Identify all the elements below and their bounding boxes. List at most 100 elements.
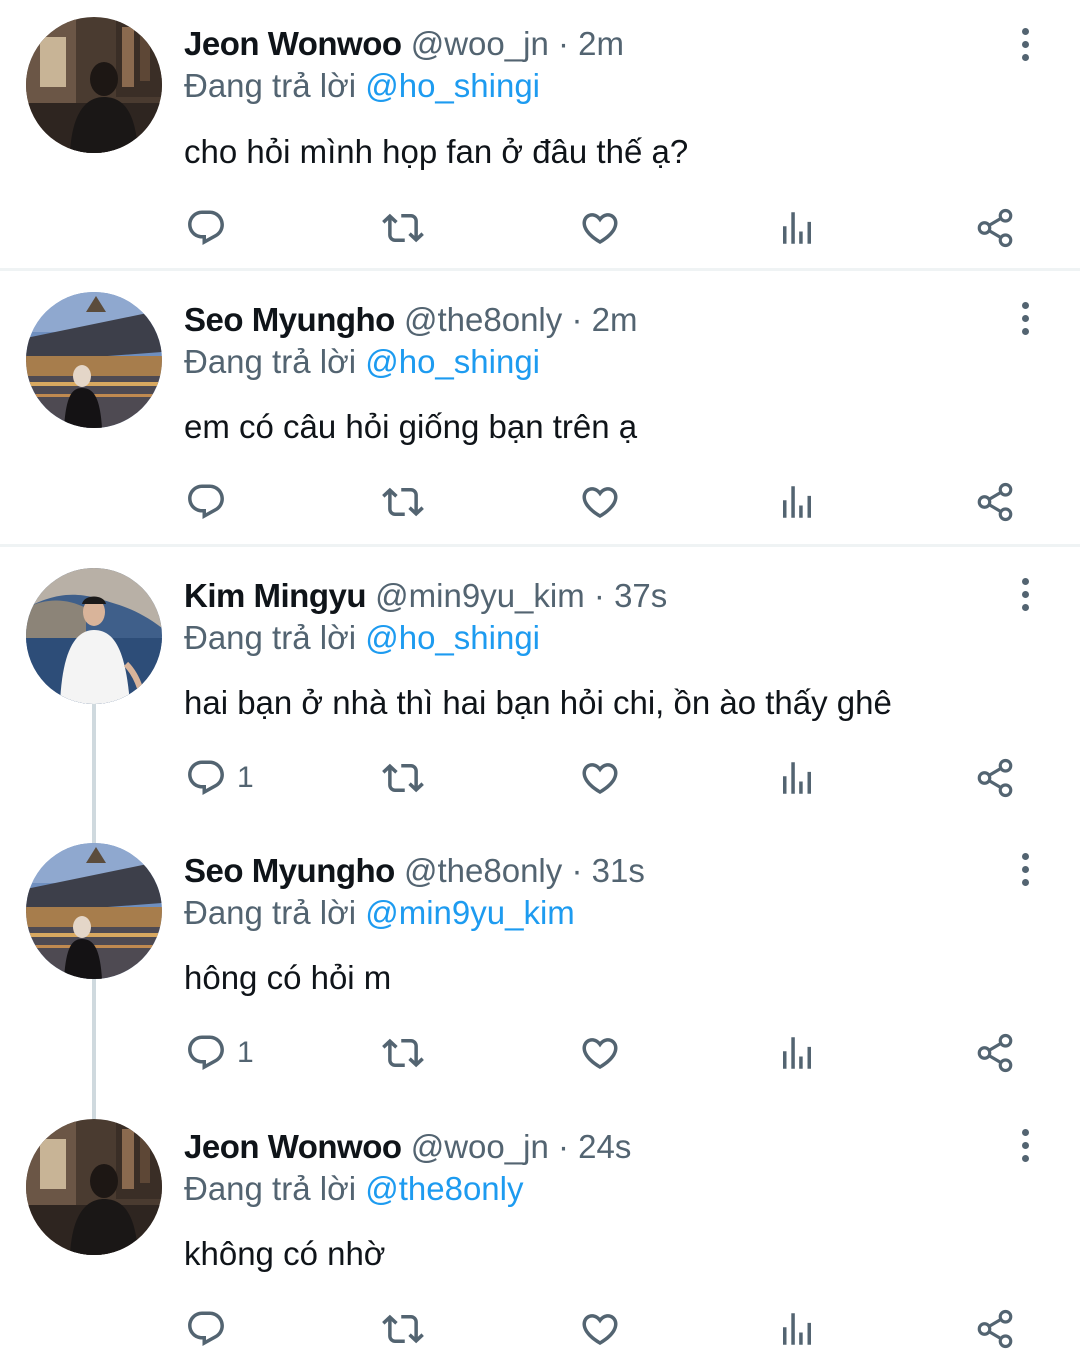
analytics-button[interactable] — [776, 748, 818, 808]
reply-icon — [185, 481, 227, 523]
timestamp[interactable]: 37s — [614, 577, 667, 614]
like-icon — [579, 481, 621, 523]
analytics-button[interactable] — [776, 198, 818, 258]
more-options-icon[interactable] — [1010, 22, 1040, 66]
reply-button[interactable]: 1 — [185, 1023, 254, 1083]
analytics-button[interactable] — [776, 1023, 818, 1083]
replying-to-handle[interactable]: @ho_shingi — [365, 67, 540, 104]
tweet-header: Seo Myungho @the8only · 31s — [184, 849, 645, 893]
analytics-icon — [776, 481, 818, 523]
user-handle[interactable]: @the8only — [404, 852, 562, 889]
analytics-button[interactable] — [776, 1299, 818, 1359]
tweet-text: hai bạn ở nhà thì hai bạn hỏi chi, ồn ào… — [184, 684, 892, 721]
tweet-text: hông có hỏi m — [184, 959, 392, 996]
reply-icon — [185, 1308, 227, 1350]
avatar[interactable] — [26, 292, 162, 428]
analytics-button[interactable] — [776, 472, 818, 532]
display-name[interactable]: Seo Myungho — [184, 301, 395, 338]
tweet-text: không có nhờ — [184, 1235, 386, 1272]
tweet-header: Seo Myungho @the8only · 2m — [184, 298, 637, 342]
replying-to: Đang trả lời @the8only — [184, 1167, 523, 1211]
action-bar — [0, 1299, 1080, 1359]
separator-dot: · — [593, 577, 605, 614]
replying-to-handle[interactable]: @ho_shingi — [365, 619, 540, 656]
like-button[interactable] — [579, 1023, 621, 1083]
share-icon — [974, 1032, 1016, 1074]
more-options-icon[interactable] — [1010, 847, 1040, 891]
like-button[interactable] — [579, 1299, 621, 1359]
tweet[interactable]: Seo Myungho @the8only · 2m Đang trả lời … — [0, 271, 1080, 544]
retweet-button[interactable] — [382, 748, 424, 808]
tweet[interactable]: Jeon Wonwoo @woo_jn · 24s Đang trả lời @… — [0, 1098, 1080, 1367]
separator-dot: · — [557, 1128, 569, 1165]
avatar[interactable] — [26, 1119, 162, 1255]
action-bar: 1 — [0, 1023, 1080, 1083]
share-button[interactable] — [974, 472, 1016, 532]
action-bar: 1 — [0, 748, 1080, 808]
user-handle[interactable]: @woo_jn — [411, 1128, 549, 1165]
like-button[interactable] — [579, 198, 621, 258]
timestamp[interactable]: 24s — [578, 1128, 631, 1165]
user-handle[interactable]: @min9yu_kim — [375, 577, 585, 614]
replying-to-label: Đang trả lời — [184, 343, 357, 380]
timestamp[interactable]: 31s — [592, 852, 645, 889]
reply-icon — [185, 757, 227, 799]
avatar[interactable] — [26, 843, 162, 979]
tweet[interactable]: Jeon Wonwoo @woo_jn · 2m Đang trả lời @h… — [0, 0, 1080, 268]
display-name[interactable]: Jeon Wonwoo — [184, 25, 402, 62]
separator-dot: · — [571, 852, 583, 889]
share-icon — [974, 481, 1016, 523]
avatar[interactable] — [26, 568, 162, 704]
user-handle[interactable]: @the8only — [404, 301, 562, 338]
timestamp[interactable]: 2m — [578, 25, 624, 62]
tweet-header: Jeon Wonwoo @woo_jn · 2m — [184, 22, 624, 66]
retweet-icon — [382, 1032, 424, 1074]
retweet-icon — [382, 207, 424, 249]
share-button[interactable] — [974, 198, 1016, 258]
retweet-icon — [382, 481, 424, 523]
reply-icon — [185, 1032, 227, 1074]
replying-to: Đang trả lời @ho_shingi — [184, 64, 540, 108]
tweet-header: Jeon Wonwoo @woo_jn · 24s — [184, 1125, 631, 1169]
replying-to-label: Đang trả lời — [184, 1170, 357, 1207]
reply-button[interactable] — [185, 1299, 237, 1359]
retweet-button[interactable] — [382, 198, 424, 258]
retweet-button[interactable] — [382, 1023, 424, 1083]
retweet-button[interactable] — [382, 1299, 424, 1359]
retweet-button[interactable] — [382, 472, 424, 532]
action-bar — [0, 198, 1080, 258]
analytics-icon — [776, 207, 818, 249]
share-button[interactable] — [974, 748, 1016, 808]
reply-count: 1 — [237, 1036, 254, 1069]
more-options-icon[interactable] — [1010, 1123, 1040, 1167]
analytics-icon — [776, 1032, 818, 1074]
like-button[interactable] — [579, 472, 621, 532]
replying-to-handle[interactable]: @the8only — [365, 1170, 523, 1207]
avatar[interactable] — [26, 17, 162, 153]
separator-dot: · — [571, 301, 583, 338]
like-icon — [579, 1032, 621, 1074]
share-icon — [974, 757, 1016, 799]
reply-count: 1 — [237, 761, 254, 794]
tweet[interactable]: Kim Mingyu @min9yu_kim · 37s Đang trả lờ… — [0, 547, 1080, 820]
like-icon — [579, 757, 621, 799]
reply-button[interactable]: 1 — [185, 748, 254, 808]
share-icon — [974, 207, 1016, 249]
share-button[interactable] — [974, 1023, 1016, 1083]
replying-to-handle[interactable]: @min9yu_kim — [365, 894, 575, 931]
reply-button[interactable] — [185, 472, 237, 532]
share-icon — [974, 1308, 1016, 1350]
more-options-icon[interactable] — [1010, 572, 1040, 616]
share-button[interactable] — [974, 1299, 1016, 1359]
user-handle[interactable]: @woo_jn — [411, 25, 549, 62]
reply-icon — [185, 207, 227, 249]
tweet[interactable]: Seo Myungho @the8only · 31s Đang trả lời… — [0, 822, 1080, 1095]
like-button[interactable] — [579, 748, 621, 808]
more-options-icon[interactable] — [1010, 296, 1040, 340]
reply-button[interactable] — [185, 198, 237, 258]
display-name[interactable]: Jeon Wonwoo — [184, 1128, 402, 1165]
display-name[interactable]: Seo Myungho — [184, 852, 395, 889]
display-name[interactable]: Kim Mingyu — [184, 577, 367, 614]
replying-to-handle[interactable]: @ho_shingi — [365, 343, 540, 380]
timestamp[interactable]: 2m — [592, 301, 638, 338]
